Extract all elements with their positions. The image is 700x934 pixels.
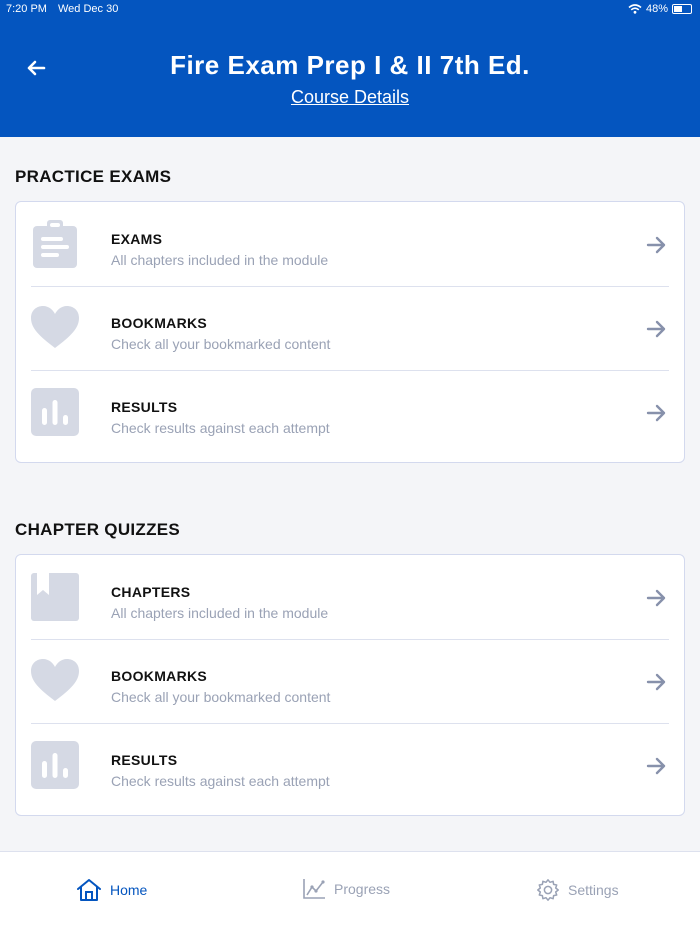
row-subtitle: Check results against each attempt xyxy=(111,420,330,436)
tab-settings[interactable]: Settings xyxy=(536,878,619,902)
gear-icon xyxy=(537,879,559,901)
practice-results-row[interactable]: RESULTS Check results against each attem… xyxy=(16,370,684,454)
tab-bar: Home Progress Settings xyxy=(0,851,700,934)
heart-icon xyxy=(31,659,79,701)
row-title: CHAPTERS xyxy=(111,584,191,600)
quiz-results-row[interactable]: RESULTS Check results against each attem… xyxy=(16,723,684,807)
tab-home[interactable]: Home xyxy=(76,878,147,902)
row-subtitle: All chapters included in the module xyxy=(111,252,329,268)
row-subtitle: All chapters included in the module xyxy=(111,605,329,621)
clipboard-icon xyxy=(33,220,77,268)
tab-settings-label: Settings xyxy=(568,882,619,898)
row-title: BOOKMARKS xyxy=(111,315,208,331)
bar-chart-icon xyxy=(31,388,79,436)
course-details-link[interactable]: Course Details xyxy=(291,87,409,107)
status-date: Wed Dec 30 xyxy=(58,3,119,15)
row-subtitle: Check results against each attempt xyxy=(111,773,330,789)
row-title: RESULTS xyxy=(111,399,178,415)
course-details-link-wrap: Course Details xyxy=(0,87,700,108)
status-time: 7:20 PM xyxy=(6,3,47,15)
page-title: Fire Exam Prep I & II 7th Ed. xyxy=(170,50,530,80)
row-title: BOOKMARKS xyxy=(111,668,208,684)
quiz-chapters-row[interactable]: CHAPTERS All chapters included in the mo… xyxy=(16,555,684,639)
battery-percent: 48% xyxy=(645,3,668,15)
practice-exams-card: EXAMS All chapters included in the modul… xyxy=(15,201,685,463)
book-icon xyxy=(31,573,79,621)
wifi-icon xyxy=(628,4,642,14)
quiz-bookmarks-row[interactable]: BOOKMARKS Check all your bookmarked cont… xyxy=(16,639,684,723)
home-icon xyxy=(77,879,101,901)
arrow-right-icon xyxy=(646,404,666,422)
arrow-right-icon xyxy=(646,757,666,775)
row-subtitle: Check all your bookmarked content xyxy=(111,336,331,352)
practice-exams-row[interactable]: EXAMS All chapters included in the modul… xyxy=(16,202,684,286)
chapter-quizzes-card: CHAPTERS All chapters included in the mo… xyxy=(15,554,685,816)
tab-home-label: Home xyxy=(110,882,148,898)
practice-exams-heading: PRACTICE EXAMS xyxy=(15,167,172,186)
practice-bookmarks-row[interactable]: BOOKMARKS Check all your bookmarked cont… xyxy=(16,286,684,370)
chapter-quizzes-heading: CHAPTER QUIZZES xyxy=(15,520,181,539)
heart-icon xyxy=(31,306,79,348)
arrow-right-icon xyxy=(646,236,666,254)
status-bar: 7:20 PM Wed Dec 30 48% xyxy=(0,0,700,20)
tab-progress-label: Progress xyxy=(334,881,391,897)
trend-chart-icon xyxy=(303,879,325,899)
row-title: RESULTS xyxy=(111,752,178,768)
row-subtitle: Check all your bookmarked content xyxy=(111,689,331,705)
arrow-right-icon xyxy=(646,320,666,338)
app-header: 7:20 PM Wed Dec 30 48% Fire Exam Prep I … xyxy=(0,0,700,137)
battery-icon xyxy=(672,4,692,14)
bar-chart-icon xyxy=(31,741,79,789)
status-indicators: 48% xyxy=(628,3,692,15)
tab-progress[interactable]: Progress xyxy=(302,878,390,900)
row-title: EXAMS xyxy=(111,231,163,247)
arrow-right-icon xyxy=(646,673,666,691)
arrow-right-icon xyxy=(646,589,666,607)
